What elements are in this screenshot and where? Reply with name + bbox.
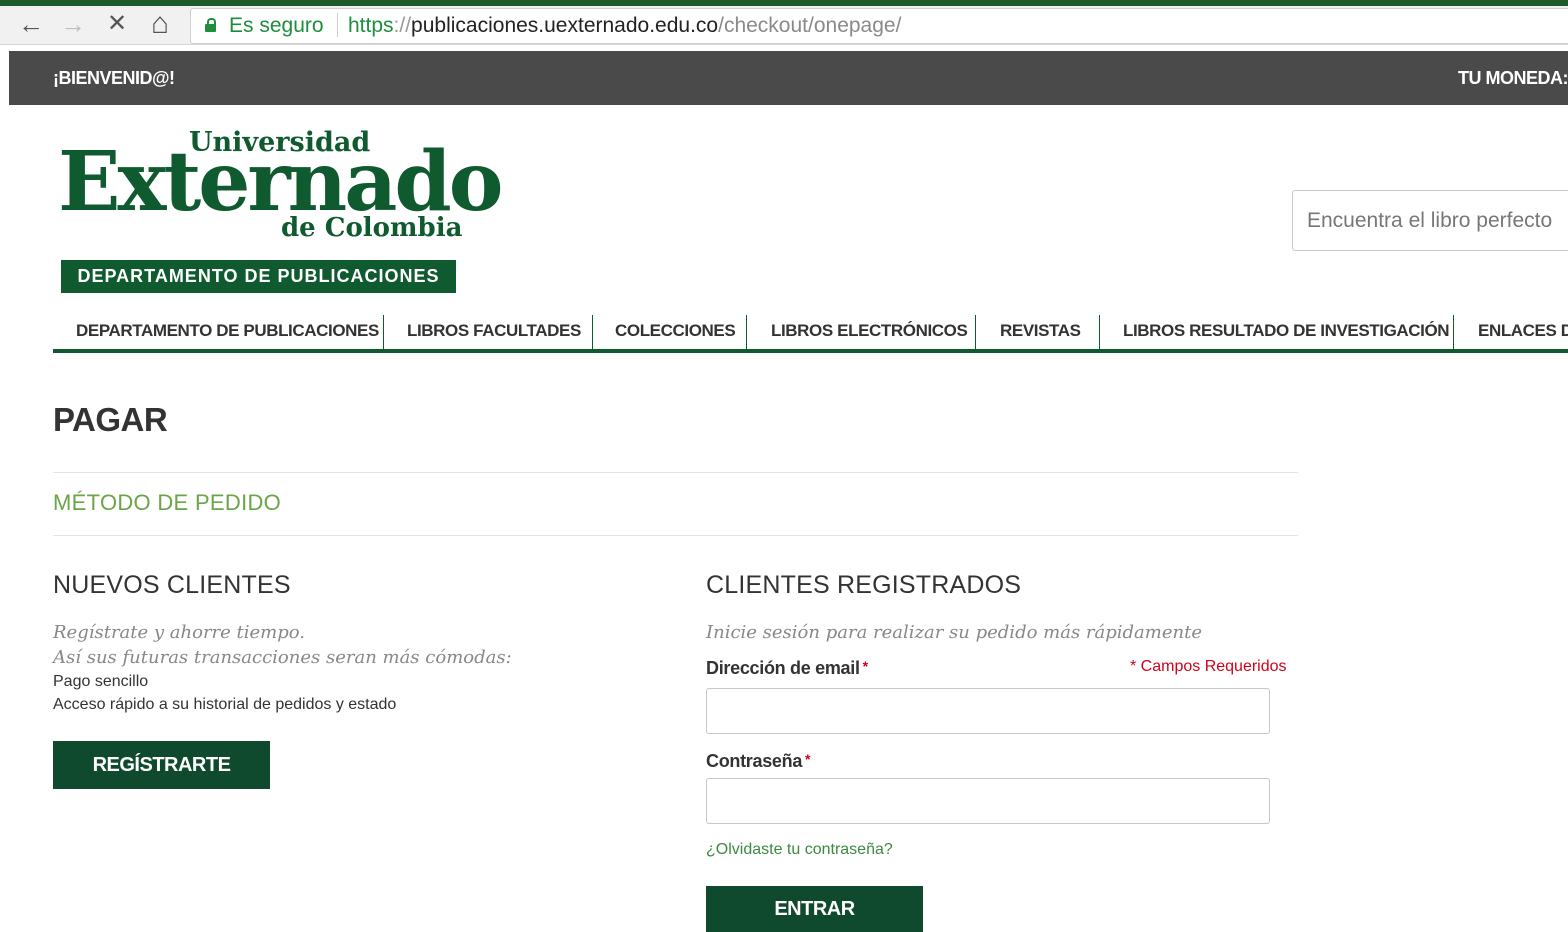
nav-item-libros-electronicos[interactable]: LIBROS ELECTRÓNICOS xyxy=(771,315,968,349)
welcome-bar: ¡BIENVENID@! TU MONEDA: xyxy=(9,51,1568,105)
checkout-section-title[interactable]: MÉTODO DE PEDIDO xyxy=(53,490,281,516)
currency-selector[interactable]: TU MONEDA: xyxy=(1458,68,1568,89)
password-field-wrapper xyxy=(706,778,1270,824)
email-field[interactable] xyxy=(707,689,1269,733)
address-separator xyxy=(337,13,338,37)
nav-divider xyxy=(975,315,976,349)
email-label-text: Dirección de email xyxy=(706,658,860,678)
main-navigation: DEPARTAMENTO DE PUBLICACIONES LIBROS FAC… xyxy=(53,315,1568,353)
nav-item-enlaces[interactable]: ENLACES DE xyxy=(1478,315,1568,349)
required-asterisk: * xyxy=(862,658,868,674)
required-fields-note: * Campos Requeridos xyxy=(1130,658,1287,675)
register-button[interactable]: REGÍSTRARTE xyxy=(53,741,270,789)
registered-customers-intro: Inicie sesión para realizar su pedido má… xyxy=(706,622,1202,643)
email-label: Dirección de email * xyxy=(706,658,868,679)
url-host: publicaciones.uexternado.edu.co xyxy=(411,14,719,37)
nav-divider xyxy=(1099,315,1100,349)
email-field-wrapper xyxy=(706,688,1270,734)
nav-item-libros-investigacion[interactable]: LIBROS RESULTADO DE INVESTIGACIÓN xyxy=(1123,315,1450,349)
nav-divider xyxy=(383,315,384,349)
login-button[interactable]: ENTRAR xyxy=(706,886,923,932)
nav-divider xyxy=(1453,315,1454,349)
nav-item-libros-facultades[interactable]: LIBROS FACULTADES xyxy=(407,315,581,349)
url-text[interactable]: https://publicaciones.uexternado.edu.co/… xyxy=(348,14,901,38)
password-label-text: Contraseña xyxy=(706,751,803,771)
logo-department-band: DEPARTAMENTO DE PUBLICACIONES xyxy=(61,260,456,293)
new-customers-intro: Regístrate y ahorre tiempo. xyxy=(53,622,306,643)
registered-customers-heading: CLIENTES REGISTRADOS xyxy=(706,571,1022,599)
nav-item-colecciones[interactable]: COLECCIONES xyxy=(615,315,736,349)
home-icon[interactable]: ⌂ xyxy=(145,6,175,44)
browser-toolbar: ← → ✕ ⌂ Es seguro https://publicaciones.… xyxy=(0,6,1568,45)
new-customers-heading: NUEVOS CLIENTES xyxy=(53,571,291,599)
secure-label: Es seguro xyxy=(229,14,324,37)
page-title: PAGAR xyxy=(53,401,168,438)
url-path: /checkout/onepage/ xyxy=(718,14,902,37)
url-slashes: :// xyxy=(393,14,412,37)
nav-item-revistas[interactable]: REVISTAS xyxy=(1000,315,1081,349)
welcome-text: ¡BIENVENID@! xyxy=(53,68,175,88)
benefit-item: Pago sencillo xyxy=(53,673,149,690)
search-box xyxy=(1292,190,1568,251)
divider xyxy=(53,535,1298,536)
nav-divider xyxy=(592,315,593,349)
required-asterisk: * xyxy=(805,751,811,767)
divider xyxy=(53,472,1298,473)
benefit-item: Acceso rápido a su historial de pedidos … xyxy=(53,696,397,713)
back-arrow-icon[interactable]: ← xyxy=(16,6,46,44)
forgot-password-link[interactable]: ¿Olvidaste tu contraseña? xyxy=(706,841,893,859)
new-customers-intro-2: Así sus futuras transacciones seran más … xyxy=(53,647,512,668)
url-protocol: https xyxy=(348,14,394,37)
lock-icon xyxy=(205,18,216,32)
password-field[interactable] xyxy=(707,779,1269,823)
password-label: Contraseña * xyxy=(706,751,810,772)
forward-arrow-icon[interactable]: → xyxy=(58,6,88,44)
nav-item-departamento[interactable]: DEPARTAMENTO DE PUBLICACIONES xyxy=(76,315,379,349)
search-input[interactable] xyxy=(1293,191,1568,250)
stop-loading-icon[interactable]: ✕ xyxy=(102,6,132,44)
logo-line-colombia: de Colombia xyxy=(281,213,463,243)
nav-divider xyxy=(746,315,747,349)
address-bar[interactable]: Es seguro https://publicaciones.uexterna… xyxy=(190,8,1568,44)
